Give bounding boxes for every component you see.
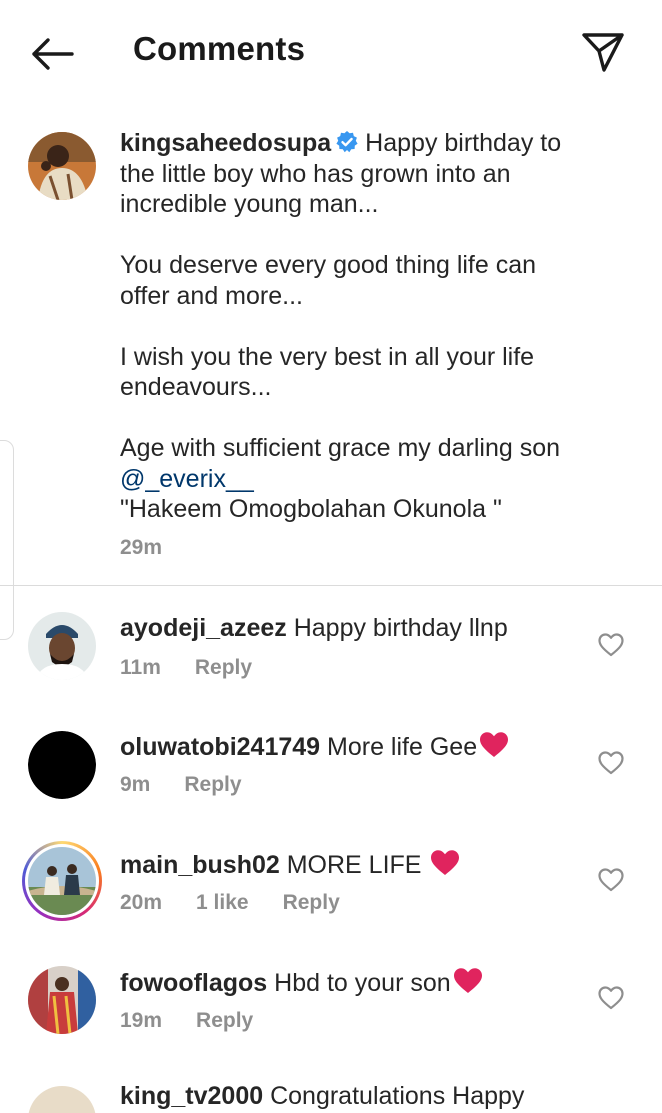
reply-button[interactable]: Reply bbox=[195, 656, 252, 679]
red-heart-emoji-icon bbox=[453, 968, 482, 993]
comment-body: Happy birthday llnp bbox=[293, 614, 508, 642]
comment-text: ayodeji_azeez Happy birthday llnp bbox=[120, 614, 508, 643]
share-button[interactable] bbox=[580, 30, 626, 74]
top-bar: Comments bbox=[0, 0, 662, 104]
likes-count[interactable]: 1 like bbox=[196, 891, 249, 914]
mention-link[interactable]: @_everix__ bbox=[120, 465, 254, 493]
reply-button[interactable]: Reply bbox=[283, 891, 340, 914]
avatar[interactable] bbox=[28, 132, 96, 200]
avatar[interactable] bbox=[28, 966, 96, 1034]
comment-text: oluwatobi241749 More life Gee bbox=[120, 731, 509, 762]
edge-panel bbox=[0, 440, 14, 640]
profile-photo bbox=[28, 612, 96, 680]
reply-button[interactable]: Reply bbox=[184, 773, 241, 796]
comment-body: Congratulations Happy bbox=[270, 1082, 525, 1110]
red-heart-emoji-icon bbox=[480, 732, 509, 757]
comment-text: king_tv2000 Congratulations Happy bbox=[120, 1082, 524, 1111]
partial-comment: king_tv2000 Congratulations Happy bbox=[0, 1078, 662, 1113]
comment-username[interactable]: fowooflagos bbox=[120, 969, 267, 997]
comment-meta: 9m Reply bbox=[120, 773, 276, 797]
caption-body-end: "Hakeem Omogbolahan Okunola " bbox=[120, 495, 502, 523]
comment-timestamp: 11m bbox=[120, 656, 161, 679]
profile-photo bbox=[28, 132, 96, 200]
profile-photo bbox=[28, 847, 96, 915]
comment-timestamp: 9m bbox=[120, 773, 151, 796]
back-button[interactable] bbox=[28, 34, 76, 74]
comment-username[interactable]: king_tv2000 bbox=[120, 1082, 263, 1110]
profile-photo bbox=[28, 966, 96, 1034]
avatar[interactable] bbox=[28, 1086, 96, 1113]
like-heart-icon[interactable] bbox=[598, 751, 624, 775]
comment-text: main_bush02 MORE LIFE bbox=[120, 849, 460, 880]
avatar[interactable] bbox=[28, 847, 96, 915]
comment-body: More life Gee bbox=[327, 733, 478, 761]
avatar[interactable] bbox=[28, 731, 96, 799]
caption-body: Happy birthday to the little boy who has… bbox=[120, 129, 562, 462]
avatar[interactable] bbox=[28, 612, 96, 680]
comment-body: Hbd to your son bbox=[274, 969, 451, 997]
comment-body: MORE LIFE bbox=[286, 851, 429, 879]
caption-text: kingsaheedosupa Happy birthday to the lit… bbox=[120, 128, 590, 525]
profile-photo bbox=[28, 731, 96, 799]
caption-username[interactable]: kingsaheedosupa bbox=[120, 129, 331, 157]
comment-meta: 11m Reply bbox=[120, 656, 286, 680]
comment-meta: 19m Reply bbox=[120, 1009, 287, 1033]
comment-username[interactable]: main_bush02 bbox=[120, 851, 280, 879]
comment-timestamp: 19m bbox=[120, 1009, 163, 1032]
verified-badge-icon bbox=[336, 131, 358, 153]
caption-timestamp: 29m bbox=[120, 536, 163, 559]
comment-timestamp: 20m bbox=[120, 891, 163, 914]
comment-meta: 20m 1 like Reply bbox=[120, 891, 374, 915]
page-title: Comments bbox=[133, 30, 306, 67]
comment-username[interactable]: oluwatobi241749 bbox=[120, 733, 320, 761]
arrow-left-icon bbox=[32, 38, 74, 70]
profile-photo bbox=[28, 1086, 96, 1113]
paper-plane-icon bbox=[582, 33, 624, 72]
comment-username[interactable]: ayodeji_azeez bbox=[120, 614, 287, 642]
comment-text: fowooflagos Hbd to your son bbox=[120, 967, 483, 998]
like-heart-icon[interactable] bbox=[598, 868, 624, 892]
like-heart-icon[interactable] bbox=[598, 633, 624, 657]
divider bbox=[0, 585, 662, 586]
like-heart-icon[interactable] bbox=[598, 986, 624, 1010]
red-heart-emoji-icon bbox=[431, 850, 460, 875]
reply-button[interactable]: Reply bbox=[196, 1009, 253, 1032]
